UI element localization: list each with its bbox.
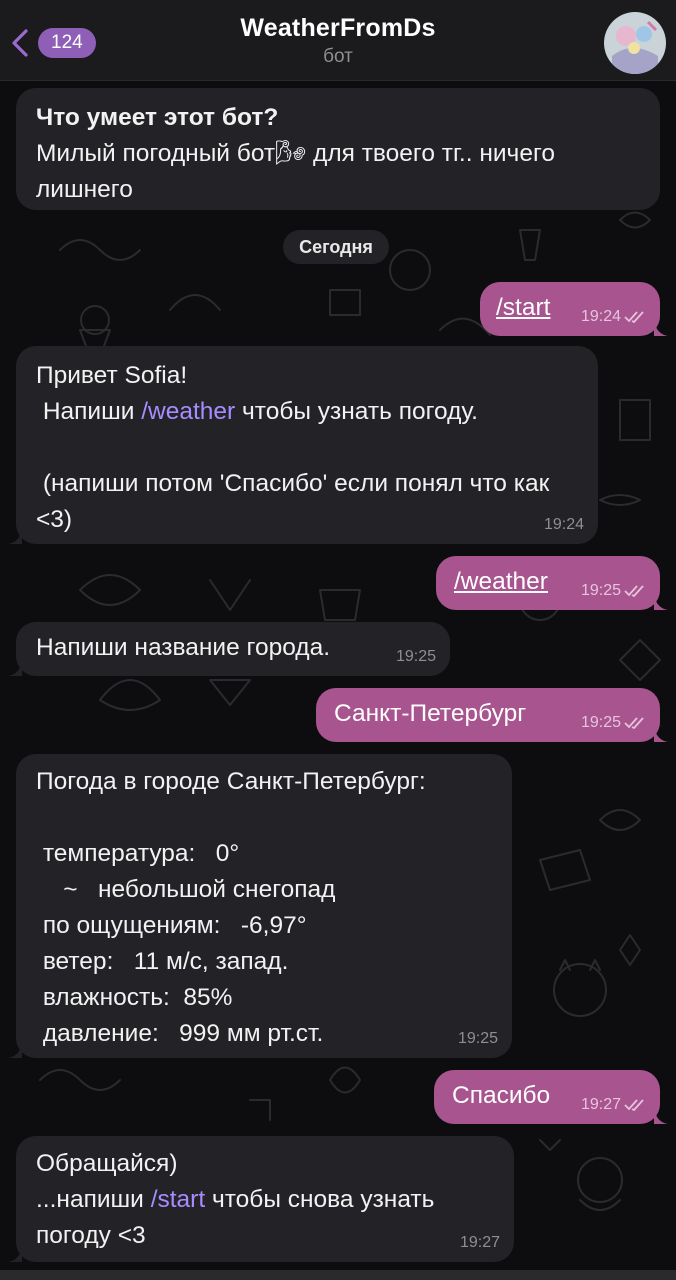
message-incoming[interactable]: Напиши название города. 19:25	[8, 622, 450, 676]
message-meta: 19:25	[581, 714, 646, 732]
message-text[interactable]: /weather	[454, 568, 548, 595]
chat-title: WeatherFromDs	[240, 14, 436, 42]
message-time: 19:27	[459, 1234, 500, 1251]
message-meta: 19:25	[458, 1030, 498, 1048]
bubble-tail	[654, 320, 668, 336]
message-meta: 19:27	[460, 1234, 500, 1252]
message-time: 19:27	[580, 1096, 621, 1113]
avatar-image	[604, 12, 666, 74]
bot-avatar[interactable]	[604, 12, 666, 74]
chat-header: 124 WeatherFromDs бот	[0, 0, 676, 81]
command-link-start[interactable]: /start	[151, 1186, 205, 1213]
date-separator: Сегодня	[283, 230, 389, 264]
bubble-tail	[654, 1108, 668, 1124]
message-incoming-weather-report[interactable]: Погода в городе Санкт-Петербург: темпера…	[8, 754, 512, 1058]
bubble-tail	[8, 1246, 22, 1262]
double-check-icon	[624, 585, 644, 597]
message-time: 19:24	[543, 516, 584, 533]
message-time: 19:25	[580, 582, 621, 599]
double-check-icon	[624, 311, 644, 323]
double-check-icon	[624, 1099, 644, 1111]
message-outgoing[interactable]: /weather 19:25	[436, 556, 668, 610]
message-incoming[interactable]: Привет Sofia! Напиши /weather чтобы узна…	[8, 346, 598, 544]
message-outgoing[interactable]: Спасибо 19:27	[434, 1070, 668, 1124]
message-time: 19:25	[395, 648, 436, 665]
message-meta: 19:25	[581, 582, 646, 600]
message-meta: 19:27	[581, 1096, 646, 1114]
message-meta: 19:24	[544, 516, 584, 534]
message-outgoing[interactable]: /start 19:24	[480, 282, 668, 336]
message-text[interactable]: /start	[496, 294, 550, 321]
bubble-tail	[654, 726, 668, 742]
message-incoming[interactable]: Обращайся) ...напиши /start чтобы снова …	[8, 1136, 514, 1262]
message-text: Санкт-Петербург	[334, 700, 527, 727]
message-outgoing[interactable]: Санкт-Петербург 19:25	[316, 688, 668, 742]
message-text: Привет Sofia! Напиши /weather чтобы узна…	[36, 362, 550, 533]
command-link-weather[interactable]: /weather	[141, 398, 235, 425]
message-text: Напиши название города.	[36, 634, 331, 661]
input-bar-edge	[0, 1270, 676, 1280]
message-list[interactable]: Что умеет этот бот? Милый погодный бот🌬 …	[0, 80, 676, 1280]
message-meta: 19:25	[396, 648, 436, 666]
message-text: Обращайся) ...напиши /start чтобы снова …	[36, 1150, 442, 1249]
bot-info-heading: Что умеет этот бот?	[36, 104, 279, 131]
message-time: 19:25	[580, 714, 621, 731]
bubble-tail	[8, 528, 22, 544]
chat-title-block[interactable]: WeatherFromDs бот	[0, 14, 676, 68]
bubble-tail	[8, 660, 22, 676]
message-time: 19:25	[457, 1030, 498, 1047]
message-meta: 19:24	[581, 308, 646, 326]
bubble-tail	[654, 594, 668, 610]
message-text: Погода в городе Санкт-Петербург: темпера…	[36, 768, 426, 1047]
bubble-tail	[8, 1042, 22, 1058]
message-time: 19:24	[580, 308, 621, 325]
bot-info-text: Милый погодный бот🌬 для твоего тг.. ниче…	[36, 140, 562, 203]
bot-info-card: Что умеет этот бот? Милый погодный бот🌬 …	[16, 88, 660, 210]
chat-subtitle: бот	[323, 46, 353, 67]
message-text: Спасибо	[452, 1082, 551, 1109]
double-check-icon	[624, 717, 644, 729]
